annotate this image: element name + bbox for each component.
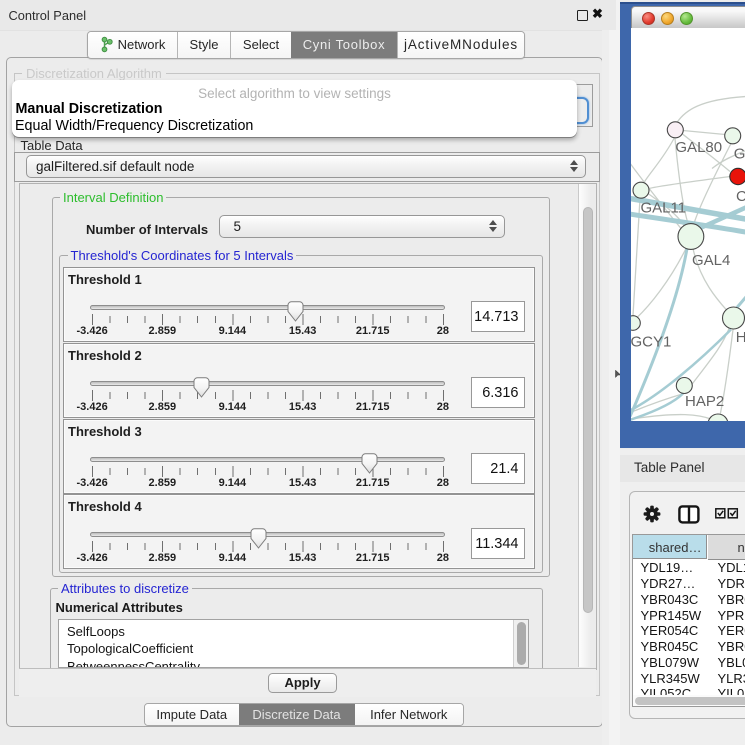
svg-text:HAP2: HAP2 xyxy=(685,393,724,410)
svg-text:GAL80: GAL80 xyxy=(675,139,722,156)
svg-text:GAL11: GAL11 xyxy=(641,199,687,216)
svg-text:C: C xyxy=(736,188,745,205)
svg-text:GAL4: GAL4 xyxy=(692,251,730,268)
svg-text:GA: GA xyxy=(734,145,745,162)
svg-text:GCY1: GCY1 xyxy=(631,333,671,350)
svg-text:HI: HI xyxy=(736,329,745,346)
